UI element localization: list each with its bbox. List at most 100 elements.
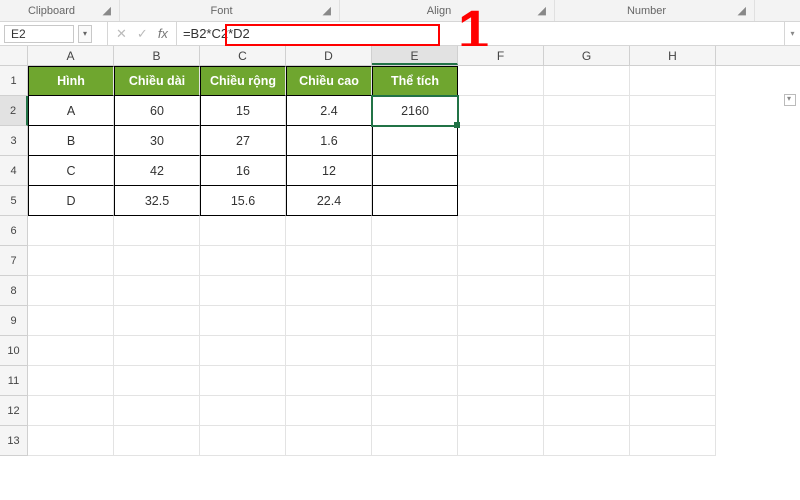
col-header-B[interactable]: B (114, 46, 200, 65)
cell-D5[interactable]: 22.4 (286, 186, 372, 216)
row-header-12[interactable]: 12 (0, 396, 28, 426)
cell-H2[interactable] (630, 96, 716, 126)
cell[interactable] (544, 306, 630, 336)
cell[interactable] (28, 276, 114, 306)
cell[interactable] (372, 306, 458, 336)
cell[interactable] (114, 306, 200, 336)
cell-D4[interactable]: 12 (286, 156, 372, 186)
cell[interactable] (544, 246, 630, 276)
ribbon-group-font[interactable]: Font ◢ (120, 0, 340, 21)
cell[interactable] (200, 306, 286, 336)
ribbon-group-clipboard[interactable]: Clipboard ◢ (0, 0, 120, 21)
cell-H4[interactable] (630, 156, 716, 186)
name-box[interactable]: E2 (4, 25, 74, 43)
cell[interactable] (28, 396, 114, 426)
cell-A4[interactable]: C (28, 156, 114, 186)
ribbon-group-alignment[interactable]: Align ◢ (340, 0, 555, 21)
cell-E1[interactable]: Thể tích (372, 66, 458, 96)
cell-C4[interactable]: 16 (200, 156, 286, 186)
fill-handle[interactable] (454, 122, 460, 128)
cell-G2[interactable] (544, 96, 630, 126)
cell-A5[interactable]: D (28, 186, 114, 216)
dialog-launcher-icon[interactable]: ◢ (736, 4, 746, 17)
cell-H1[interactable] (630, 66, 716, 96)
cell[interactable] (114, 216, 200, 246)
row-header-5[interactable]: 5 (0, 186, 28, 216)
cell-C1[interactable]: Chiều rộng (200, 66, 286, 96)
row-header-2[interactable]: 2 (0, 96, 28, 126)
cell-A2[interactable]: A (28, 96, 114, 126)
select-all-corner[interactable] (0, 46, 28, 65)
cell-G1[interactable] (544, 66, 630, 96)
cell[interactable] (114, 396, 200, 426)
cell[interactable] (200, 426, 286, 456)
ribbon-group-number[interactable]: Number ◢ (555, 0, 755, 21)
col-header-G[interactable]: G (544, 46, 630, 65)
cell-D2[interactable]: 2.4 (286, 96, 372, 126)
row-header-4[interactable]: 4 (0, 156, 28, 186)
cell[interactable] (286, 246, 372, 276)
dialog-launcher-icon[interactable]: ◢ (101, 4, 111, 17)
cell-E5[interactable] (372, 186, 458, 216)
cell[interactable] (458, 366, 544, 396)
cell[interactable] (544, 396, 630, 426)
cell[interactable] (372, 396, 458, 426)
cell-B3[interactable]: 30 (114, 126, 200, 156)
cell[interactable] (458, 336, 544, 366)
cell[interactable] (544, 276, 630, 306)
cell-D1[interactable]: Chiều cao (286, 66, 372, 96)
cell[interactable] (544, 366, 630, 396)
cell-F1[interactable] (458, 66, 544, 96)
cell[interactable] (544, 426, 630, 456)
cell[interactable] (630, 306, 716, 336)
dialog-launcher-icon[interactable]: ◢ (321, 4, 331, 17)
cell[interactable] (630, 426, 716, 456)
cell[interactable] (458, 246, 544, 276)
worksheet-grid[interactable]: A B C D E F G H 1 Hình Chiều dài Chiều r… (0, 46, 800, 500)
cell[interactable] (286, 366, 372, 396)
cell[interactable] (458, 306, 544, 336)
cell-B5[interactable]: 32.5 (114, 186, 200, 216)
cell[interactable] (114, 276, 200, 306)
cell-H5[interactable] (630, 186, 716, 216)
cell[interactable] (372, 336, 458, 366)
cell[interactable] (372, 426, 458, 456)
cell[interactable] (286, 426, 372, 456)
cell-E4[interactable] (372, 156, 458, 186)
cell[interactable] (630, 366, 716, 396)
cell[interactable] (28, 246, 114, 276)
cell[interactable] (114, 336, 200, 366)
cell[interactable] (28, 366, 114, 396)
row-header-13[interactable]: 13 (0, 426, 28, 456)
cell[interactable] (286, 276, 372, 306)
cell[interactable] (114, 366, 200, 396)
cell[interactable] (630, 396, 716, 426)
cell[interactable] (372, 246, 458, 276)
cell[interactable] (630, 216, 716, 246)
row-header-11[interactable]: 11 (0, 366, 28, 396)
cell-A1[interactable]: Hình (28, 66, 114, 96)
col-header-A[interactable]: A (28, 46, 114, 65)
cell[interactable] (544, 336, 630, 366)
cell-H3[interactable] (630, 126, 716, 156)
cell-F5[interactable] (458, 186, 544, 216)
cell-C5[interactable]: 15.6 (200, 186, 286, 216)
row-header-9[interactable]: 9 (0, 306, 28, 336)
cell-A3[interactable]: B (28, 126, 114, 156)
col-header-E[interactable]: E (372, 46, 458, 65)
cell[interactable] (286, 336, 372, 366)
cell-D3[interactable]: 1.6 (286, 126, 372, 156)
cell[interactable] (200, 246, 286, 276)
cell[interactable] (458, 396, 544, 426)
col-header-D[interactable]: D (286, 46, 372, 65)
cell[interactable] (372, 366, 458, 396)
cell[interactable] (200, 396, 286, 426)
cell-G3[interactable] (544, 126, 630, 156)
cell-B1[interactable]: Chiều dài (114, 66, 200, 96)
cancel-icon[interactable]: ✕ (116, 26, 127, 42)
cell-C3[interactable]: 27 (200, 126, 286, 156)
cell[interactable] (458, 216, 544, 246)
cell[interactable] (544, 216, 630, 246)
formula-bar-collapse-icon[interactable] (784, 94, 796, 106)
cell[interactable] (458, 276, 544, 306)
